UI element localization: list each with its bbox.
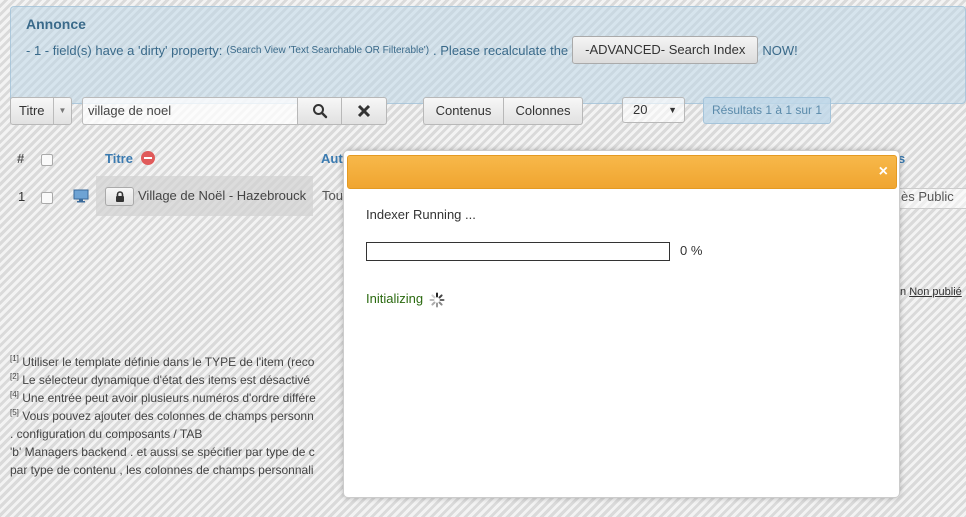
monitor-icon[interactable] [73, 189, 89, 203]
footnote-1: [1] Utiliser le template définie dans le… [10, 354, 315, 369]
search-field-select[interactable]: Titre ▼ [10, 97, 72, 125]
state-legend-prefix: n [900, 286, 907, 298]
select-all-checkbox[interactable] [41, 154, 53, 166]
footnote-4: [4] Une entrée peut avoir plusieurs numé… [10, 390, 316, 405]
indexer-progress-bar [366, 242, 670, 261]
column-header-title-label: Titre [105, 151, 133, 166]
footnote-content-type: par type de contenu , les colonnes de ch… [10, 463, 314, 477]
row-author: Tou [322, 188, 343, 203]
announcement-suffix: NOW! [762, 42, 798, 58]
modal-header: × [347, 155, 897, 189]
state-legend-unpublished-link[interactable]: Non publié [909, 286, 962, 298]
close-icon[interactable]: × [879, 163, 888, 181]
footnote-5: [5] Vous pouvez ajouter des colonnes de … [10, 408, 314, 423]
row-access-level: ès Public [898, 188, 966, 209]
announcement-title: Annonce [26, 16, 86, 32]
footnote-managers: 'b' Managers backend . et aussi se spéci… [10, 445, 315, 459]
search-field-value: Titre [19, 103, 45, 118]
announcement-middle: . Please recalculate the [433, 42, 569, 58]
indexer-progress-label: 0 % [680, 243, 703, 258]
per-page-select[interactable]: 20 ▼ [622, 97, 685, 123]
announcement-message: - 1 - field(s) have a 'dirty' property: … [26, 36, 798, 64]
close-icon [357, 104, 371, 118]
row-checkbox[interactable] [41, 192, 53, 204]
per-page-value: 20 [633, 102, 648, 117]
chevron-down-icon: ▼ [53, 98, 71, 124]
announcement-box: Annonce - 1 - field(s) have a 'dirty' pr… [10, 6, 966, 104]
row-number: 1 [18, 189, 26, 204]
column-header-author[interactable]: Aut [321, 151, 343, 166]
announcement-prefix: - 1 - field(s) have a 'dirty' property: [26, 42, 223, 58]
columns-button[interactable]: Colonnes [503, 97, 583, 125]
column-header-number: # [17, 151, 25, 166]
row-title-link[interactable]: Village de Noël - Hazebrouck [138, 188, 306, 203]
column-header-title[interactable]: Titre [105, 151, 155, 166]
loading-spinner-icon [429, 292, 445, 308]
clear-search-button[interactable] [341, 97, 387, 125]
search-button[interactable] [297, 97, 342, 125]
lock-icon [116, 191, 124, 202]
chevron-down-icon: ▼ [668, 105, 677, 115]
indexer-phase-text: Initializing [366, 291, 424, 306]
state-legend: n Non publié [900, 286, 962, 298]
lock-button[interactable] [105, 187, 134, 206]
contents-button[interactable]: Contenus [423, 97, 504, 125]
remove-sort-icon[interactable] [140, 151, 155, 165]
indexer-status-title: Indexer Running ... [366, 207, 476, 222]
advanced-search-index-button[interactable]: -ADVANCED- Search Index [572, 36, 759, 64]
search-input[interactable]: village de noel [82, 97, 298, 125]
indexer-modal: × Indexer Running ... 0 % Initializing [343, 150, 900, 498]
footnote-2: [2] Le sélecteur dynamique d'état des it… [10, 372, 311, 387]
footnote-config: . configuration du composants / TAB [10, 427, 203, 441]
search-icon [312, 104, 327, 119]
results-count-badge: Résultats 1 à 1 sur 1 [703, 97, 832, 124]
announcement-detail: (Search View 'Text Searchable OR Filtera… [226, 44, 430, 56]
